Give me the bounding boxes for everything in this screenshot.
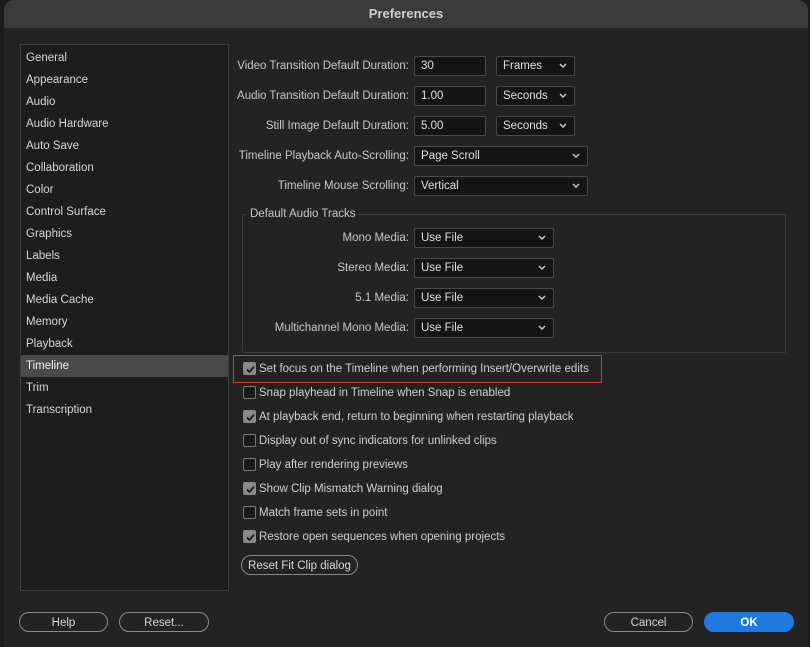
audio-transition-unit-value: Seconds xyxy=(503,90,548,102)
sidebar-item-memory[interactable]: Memory xyxy=(21,311,228,333)
multichannel-media-dropdown[interactable]: Use File xyxy=(414,318,554,338)
still-image-unit-value: Seconds xyxy=(503,120,548,132)
auto-scrolling-label: Timeline Playback Auto-Scrolling: xyxy=(238,150,409,162)
mono-media-value: Use File xyxy=(421,232,464,244)
sidebar-item-trim[interactable]: Trim xyxy=(21,377,228,399)
sidebar-item-color[interactable]: Color xyxy=(21,179,228,201)
checkmark-icon xyxy=(246,485,255,494)
sidebar-item-graphics[interactable]: Graphics xyxy=(21,223,228,245)
checkbox[interactable] xyxy=(243,530,256,543)
sidebar: General Appearance Audio Audio Hardware … xyxy=(20,44,229,591)
checkbox[interactable] xyxy=(243,362,256,375)
checkbox[interactable] xyxy=(243,410,256,423)
chevron-down-icon xyxy=(538,325,546,330)
video-transition-duration-label: Video Transition Default Duration: xyxy=(237,60,409,72)
stereo-media-dropdown[interactable]: Use File xyxy=(414,258,554,278)
cancel-button[interactable]: Cancel xyxy=(604,612,693,632)
preferences-window: Preferences General Appearance Audio Aud… xyxy=(4,0,808,647)
multichannel-media-value: Use File xyxy=(421,322,464,334)
sidebar-item-media-cache[interactable]: Media Cache xyxy=(21,289,228,311)
still-image-duration-label: Still Image Default Duration: xyxy=(265,120,409,132)
sidebar-item-general[interactable]: General xyxy=(21,47,228,69)
chevron-down-icon xyxy=(572,183,580,188)
option-label: Display out of sync indicators for unlin… xyxy=(259,435,497,447)
sidebar-item-control-surface[interactable]: Control Surface xyxy=(21,201,228,223)
mono-media-dropdown[interactable]: Use File xyxy=(414,228,554,248)
default-audio-tracks-title: Default Audio Tracks xyxy=(246,207,360,221)
video-transition-unit-dropdown[interactable]: Frames xyxy=(496,56,575,76)
video-transition-duration-input[interactable]: 30 xyxy=(414,56,486,76)
auto-scrolling-value: Page Scroll xyxy=(421,150,480,162)
sidebar-item-collaboration[interactable]: Collaboration xyxy=(21,157,228,179)
checkbox[interactable] xyxy=(243,482,256,495)
chevron-down-icon xyxy=(559,93,567,98)
checkbox[interactable] xyxy=(243,458,256,471)
sidebar-item-labels[interactable]: Labels xyxy=(21,245,228,267)
auto-scrolling-dropdown[interactable]: Page Scroll xyxy=(414,146,588,166)
option-label: Snap playhead in Timeline when Snap is e… xyxy=(259,387,511,399)
still-image-unit-dropdown[interactable]: Seconds xyxy=(496,116,575,136)
option-label: Show Clip Mismatch Warning dialog xyxy=(259,483,443,495)
sidebar-item-auto-save[interactable]: Auto Save xyxy=(21,135,228,157)
sidebar-item-appearance[interactable]: Appearance xyxy=(21,69,228,91)
checkmark-icon xyxy=(246,413,255,422)
mouse-scrolling-dropdown[interactable]: Vertical xyxy=(414,176,588,196)
checkbox[interactable] xyxy=(243,386,256,399)
chevron-down-icon xyxy=(559,63,567,68)
chevron-down-icon xyxy=(572,153,580,158)
window-title: Preferences xyxy=(4,0,808,28)
still-image-duration-input[interactable]: 5.00 xyxy=(414,116,486,136)
mouse-scrolling-value: Vertical xyxy=(421,180,459,192)
sidebar-item-audio-hardware[interactable]: Audio Hardware xyxy=(21,113,228,135)
reset-fit-clip-dialog-button[interactable]: Reset Fit Clip dialog xyxy=(241,555,358,575)
checkbox[interactable] xyxy=(243,506,256,519)
surround-media-label: 5.1 Media: xyxy=(355,292,409,304)
sidebar-item-transcription[interactable]: Transcription xyxy=(21,399,228,421)
ok-button[interactable]: OK xyxy=(704,612,794,632)
option-label: At playback end, return to beginning whe… xyxy=(259,411,574,423)
chevron-down-icon xyxy=(538,295,546,300)
sidebar-item-playback[interactable]: Playback xyxy=(21,333,228,355)
mono-media-label: Mono Media: xyxy=(342,232,409,244)
checkmark-icon xyxy=(246,365,255,374)
video-transition-unit-value: Frames xyxy=(503,60,542,72)
sidebar-item-media[interactable]: Media xyxy=(21,267,228,289)
checkbox[interactable] xyxy=(243,434,256,447)
checkmark-icon xyxy=(246,533,255,542)
mouse-scrolling-label: Timeline Mouse Scrolling: xyxy=(277,180,409,192)
help-button[interactable]: Help xyxy=(19,612,108,632)
sidebar-item-timeline[interactable]: Timeline xyxy=(21,355,228,377)
option-label: Set focus on the Timeline when performin… xyxy=(259,363,589,375)
multichannel-media-label: Multichannel Mono Media: xyxy=(274,322,409,334)
option-label: Match frame sets in point xyxy=(259,507,388,519)
option-label: Restore open sequences when opening proj… xyxy=(259,531,506,543)
reset-button[interactable]: Reset... xyxy=(119,612,209,632)
stereo-media-value: Use File xyxy=(421,262,464,274)
audio-transition-unit-dropdown[interactable]: Seconds xyxy=(496,86,575,106)
stereo-media-label: Stereo Media: xyxy=(337,262,409,274)
audio-transition-duration-input[interactable]: 1.00 xyxy=(414,86,486,106)
option-label: Play after rendering previews xyxy=(259,459,408,471)
sidebar-item-audio[interactable]: Audio xyxy=(21,91,228,113)
chevron-down-icon xyxy=(559,123,567,128)
chevron-down-icon xyxy=(538,235,546,240)
chevron-down-icon xyxy=(538,265,546,270)
audio-transition-duration-label: Audio Transition Default Duration: xyxy=(237,90,409,102)
surround-media-dropdown[interactable]: Use File xyxy=(414,288,554,308)
surround-media-value: Use File xyxy=(421,292,464,304)
